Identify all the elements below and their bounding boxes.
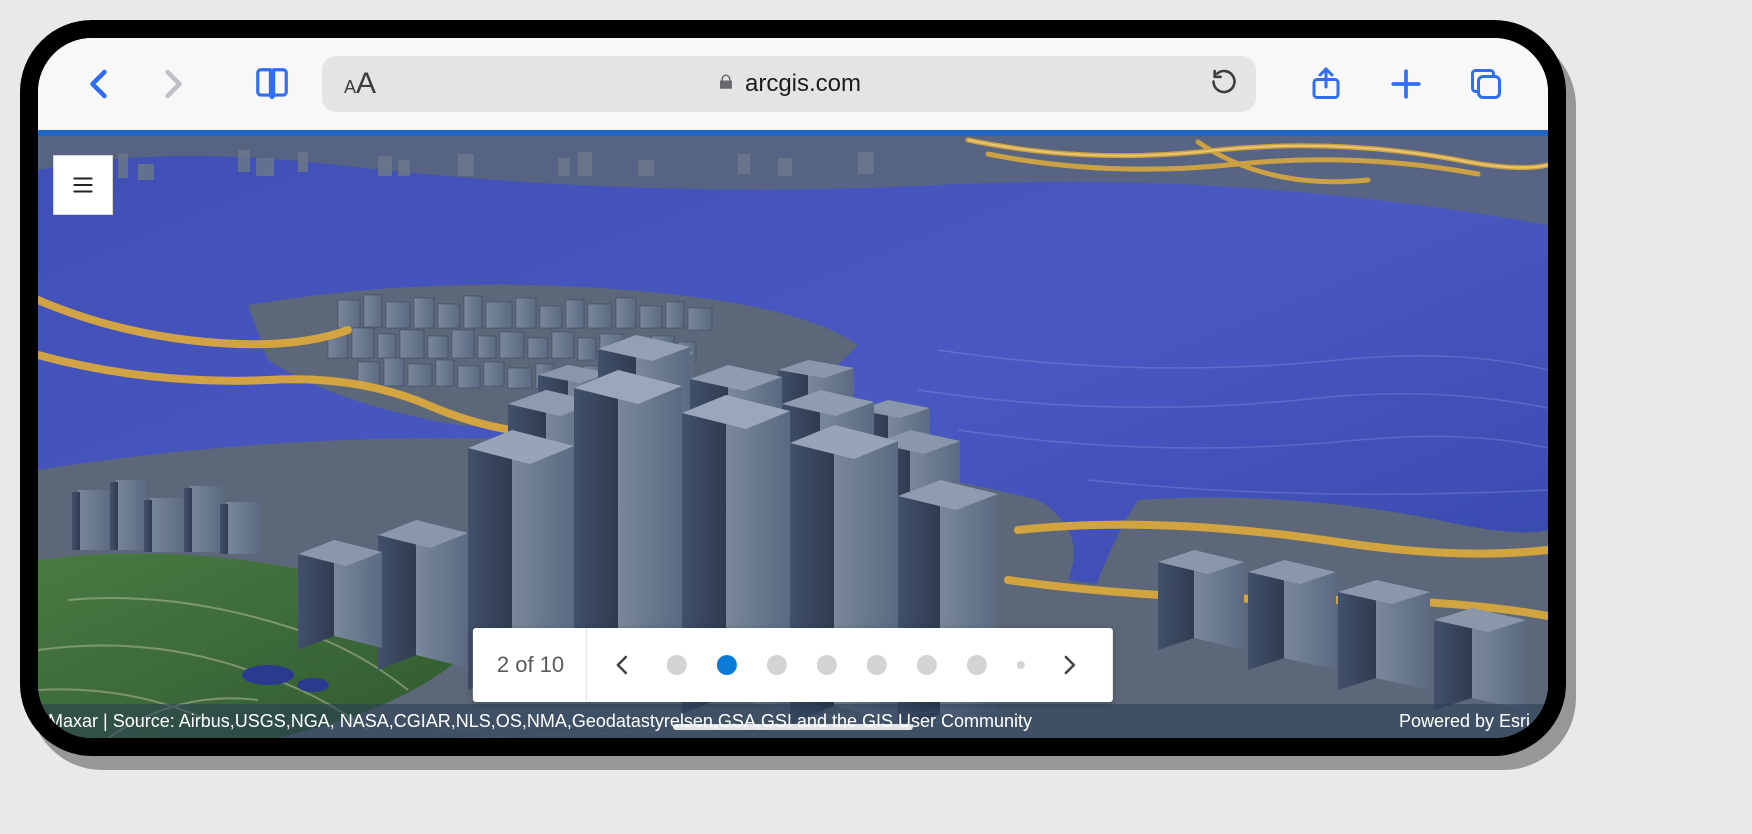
pager-dot-6[interactable] bbox=[917, 655, 937, 675]
pager-dot-more[interactable] bbox=[1017, 661, 1025, 669]
tabs-button[interactable] bbox=[1464, 62, 1508, 106]
pager-prev-button[interactable] bbox=[609, 645, 637, 685]
browser-toolbar: A A arcgis.com bbox=[38, 38, 1548, 130]
slide-pager: 2 of 10 bbox=[473, 628, 1113, 702]
attribution-bar: Maxar | Source: Airbus,USGS,NGA, NASA,CG… bbox=[38, 704, 1548, 738]
pager-dot-7[interactable] bbox=[967, 655, 987, 675]
map-viewport[interactable]: 2 of 10 bbox=[38, 130, 1548, 738]
pager-dot-3[interactable] bbox=[767, 655, 787, 675]
address-bar-url: arcgis.com bbox=[717, 70, 861, 98]
device-frame: A A arcgis.com bbox=[20, 20, 1566, 756]
forward-button[interactable] bbox=[150, 62, 194, 106]
address-bar[interactable]: A A arcgis.com bbox=[322, 56, 1256, 112]
refresh-button[interactable] bbox=[1210, 67, 1238, 100]
share-button[interactable] bbox=[1304, 62, 1348, 106]
menu-button[interactable] bbox=[54, 156, 112, 214]
pager-dot-4[interactable] bbox=[817, 655, 837, 675]
pager-label: 2 of 10 bbox=[491, 628, 587, 702]
new-tab-button[interactable] bbox=[1384, 62, 1428, 106]
nav-arrows bbox=[78, 62, 194, 106]
pager-dot-5[interactable] bbox=[867, 655, 887, 675]
bookmarks-button[interactable] bbox=[250, 62, 294, 106]
domain-text: arcgis.com bbox=[745, 70, 861, 98]
pager-next-button[interactable] bbox=[1055, 645, 1083, 685]
home-indicator bbox=[673, 724, 913, 730]
toolbar-right bbox=[1304, 62, 1508, 106]
pager-dot-2[interactable] bbox=[717, 655, 737, 675]
reader-button[interactable]: A A bbox=[344, 67, 375, 101]
hamburger-icon bbox=[70, 172, 96, 198]
attribution-powered-by[interactable]: Powered by Esri bbox=[1399, 711, 1530, 732]
lock-icon bbox=[717, 70, 735, 98]
pager-dot-1[interactable] bbox=[667, 655, 687, 675]
back-button[interactable] bbox=[78, 62, 122, 106]
app-header-stripe bbox=[38, 130, 1548, 136]
pager-dots bbox=[667, 655, 1025, 675]
